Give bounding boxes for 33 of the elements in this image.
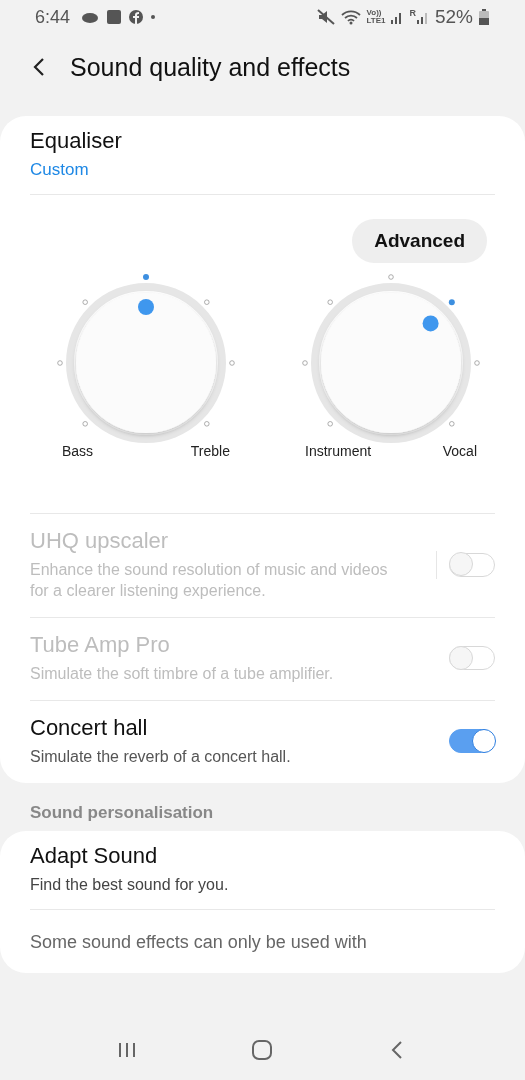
setting-description: Enhance the sound resolution of music and videos for a clearer listening experience. (30, 560, 389, 601)
signal-icon (416, 10, 429, 24)
status-time: 6:44 (35, 6, 71, 28)
battery-icon (479, 9, 489, 25)
setting-description: Simulate the soft timbre of a tube amplifier. (30, 664, 335, 684)
setting-description: Find the best sound for you. (30, 875, 230, 895)
toggle-switch[interactable] (449, 729, 495, 753)
home-icon[interactable] (251, 1039, 274, 1061)
advanced-button[interactable]: Advanced (352, 219, 487, 263)
wifi-icon (340, 9, 361, 25)
volte-label: Vo)) (366, 9, 382, 17)
battery-text: 52% (434, 6, 473, 28)
equaliser-row[interactable]: Equaliser Custom (30, 116, 495, 194)
signal-icon (391, 10, 404, 24)
setting-description: Simulate the reverb of a concert hall. (30, 747, 292, 767)
setting-title: Tube Amp Pro (30, 632, 171, 658)
mute-icon (316, 9, 335, 25)
setting-title: Concert hall (30, 715, 149, 741)
lte-label: LTE1 (366, 17, 386, 25)
knob-label: Treble (190, 443, 230, 459)
app-icon (106, 9, 123, 25)
roaming-label: R (409, 8, 416, 18)
section-header: Sound personalisation (29, 802, 215, 824)
facebook-icon (128, 9, 145, 25)
recent-apps-icon[interactable] (117, 1041, 138, 1059)
dot-icon (150, 14, 157, 20)
setting-title: Adapt Sound (30, 843, 159, 869)
page-title: Sound quality and effects (70, 52, 351, 82)
note-text: Some sound effects can only be used with (30, 931, 368, 953)
setting-title: UHQ upscaler (30, 528, 170, 554)
knob-label: Bass (62, 443, 94, 459)
knob-label: Instrument (305, 443, 372, 459)
knob-label: Vocal (442, 443, 477, 459)
